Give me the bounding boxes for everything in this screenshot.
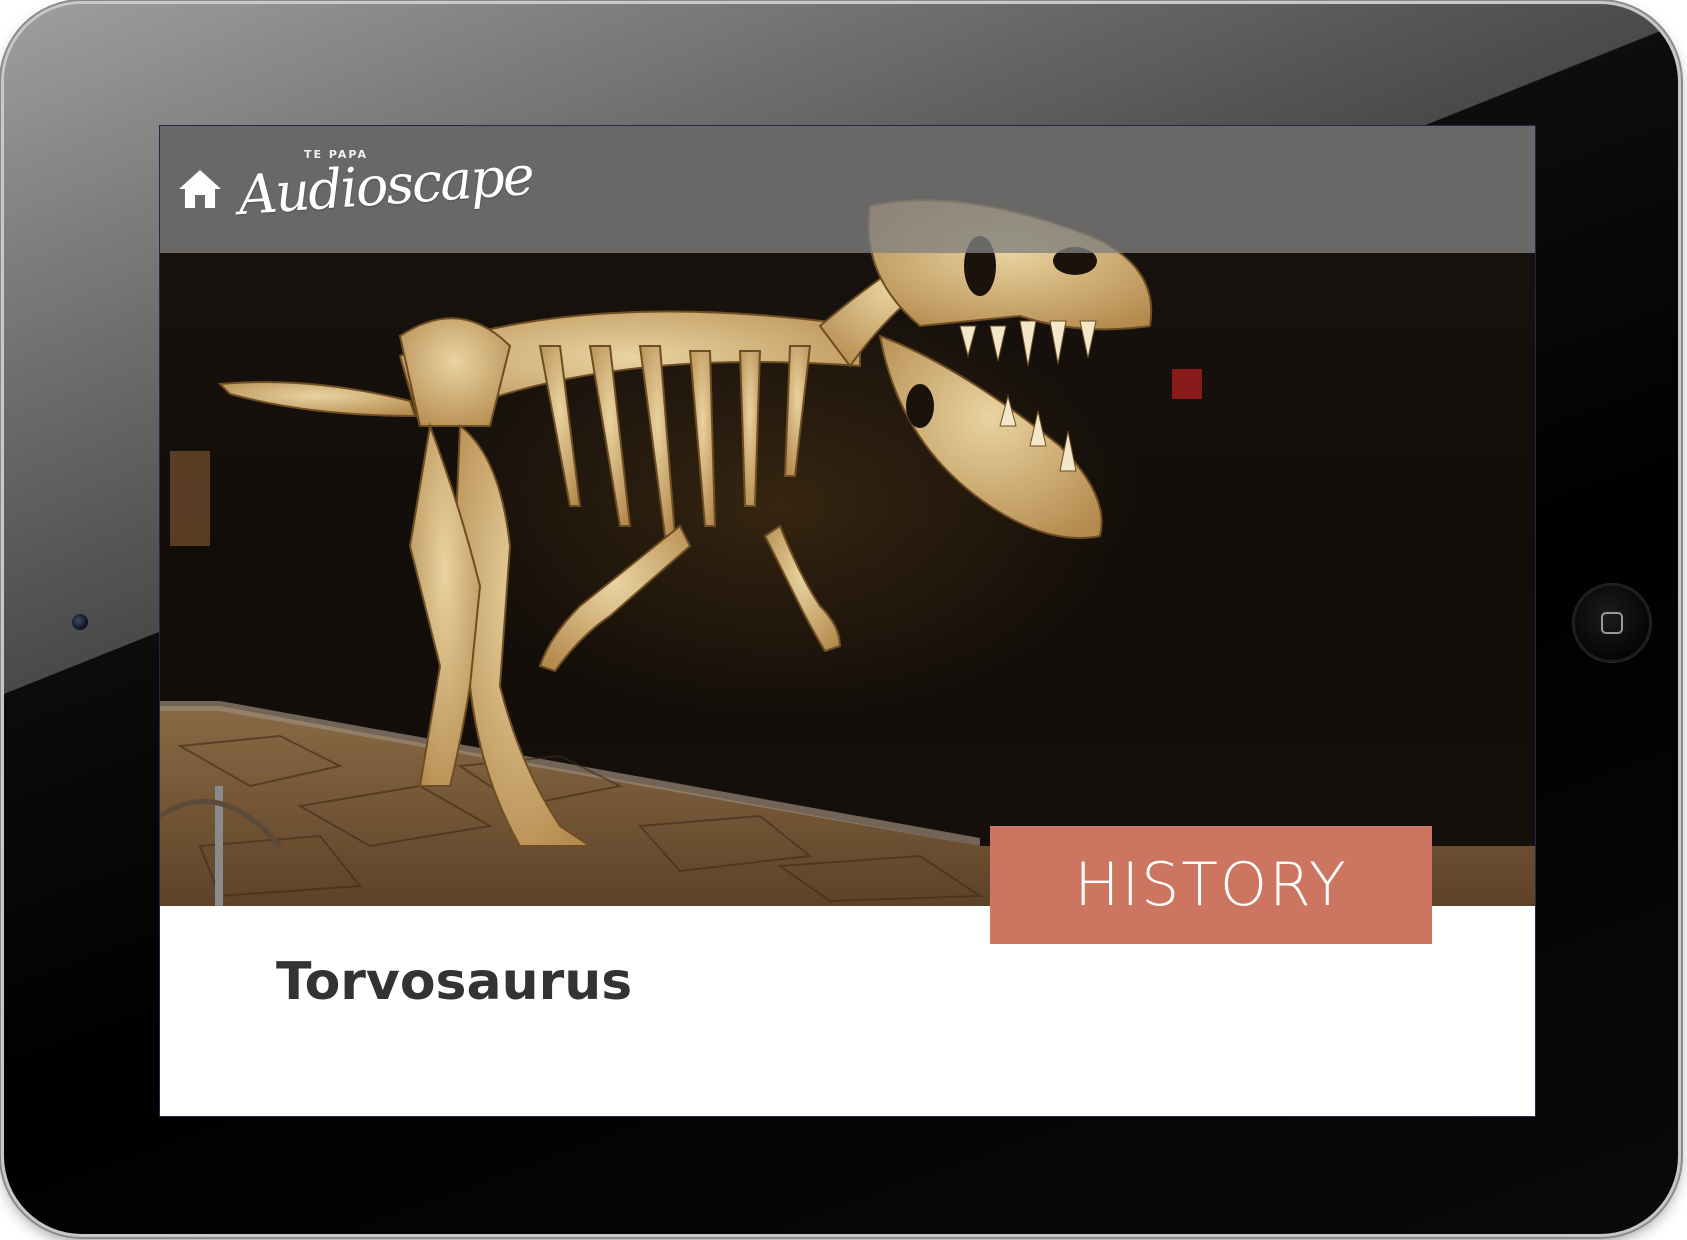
logo-app-name: Audioscape: [236, 143, 535, 228]
front-camera: [72, 614, 88, 630]
app-header-bar: TE PAPA Audioscape: [160, 126, 1535, 253]
device-home-button[interactable]: [1573, 584, 1651, 662]
page-title: Torvosaurus: [276, 952, 633, 1012]
hero-image: TE PAPA Audioscape: [160, 126, 1535, 906]
app-screen: TE PAPA Audioscape HISTORY Torvosaurus: [159, 125, 1536, 1117]
app-logo[interactable]: TE PAPA Audioscape: [236, 144, 534, 244]
home-button-square-icon: [1601, 612, 1623, 634]
tablet-device: TE PAPA Audioscape HISTORY Torvosaurus: [4, 4, 1678, 1234]
home-icon[interactable]: [176, 164, 224, 212]
category-label: HISTORY: [1074, 850, 1348, 920]
category-badge[interactable]: HISTORY: [990, 826, 1432, 944]
